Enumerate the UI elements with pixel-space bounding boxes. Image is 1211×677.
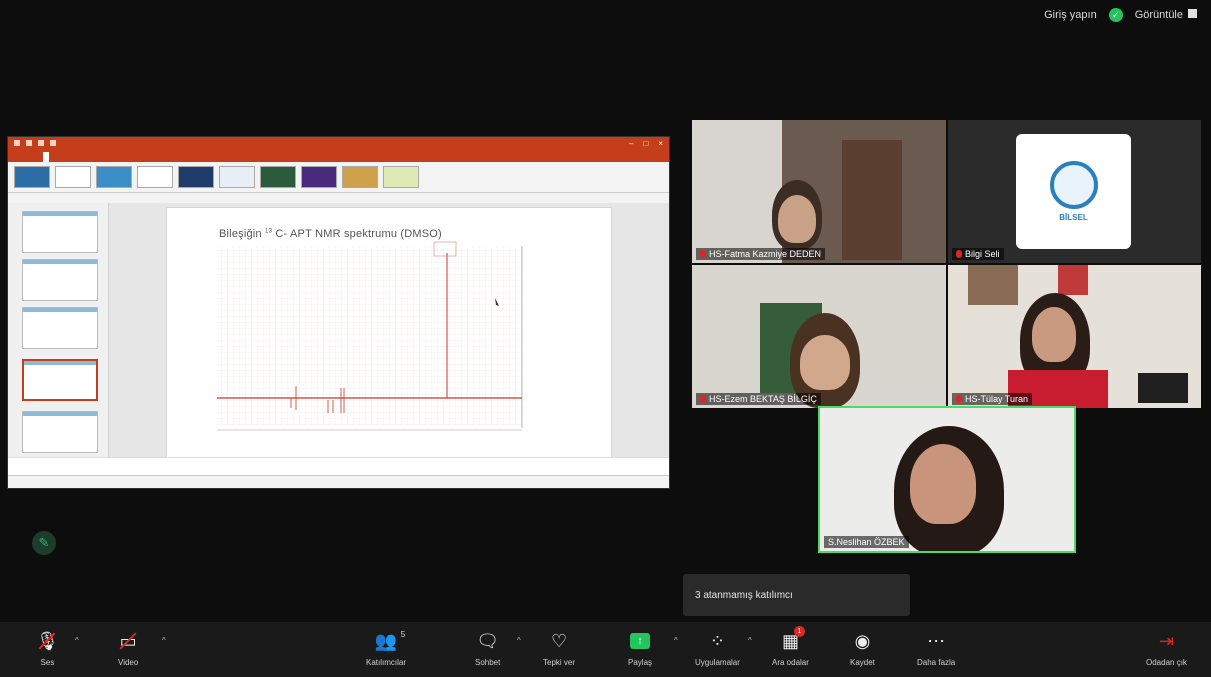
grid-view-icon [1188,9,1197,18]
record-icon: ◉ [854,630,871,651]
video-tile-active-speaker[interactable]: S.Neslihan ÖZBEK [818,406,1076,553]
video-off-icon: ▭ [120,628,137,654]
shield-icon[interactable]: ✓ [1108,8,1123,22]
muted-mic-icon [700,250,706,258]
design-themes-ribbon [8,162,669,193]
breakout-rooms-icon: ▦ 1 [782,626,805,654]
theme-thumb [14,166,50,188]
view-label: Görüntüle [1134,9,1183,21]
breakout-badge: 1 [793,626,805,637]
meeting-toolbar: 🎙 Ses ^ ▭ Video ^ 👥5 Katılımcılar 🗨 Sohb… [0,622,1211,677]
breakout-label: Ara odalar [772,658,809,667]
muted-mic-icon [700,395,706,403]
record-label: Kaydet [850,658,875,667]
participants-icon: 👥 5 [374,630,406,651]
participant-name: HS-Tülay Turan [952,393,1033,405]
slide-thumbnail[interactable] [22,211,98,253]
apps-options-chevron-icon[interactable]: ^ [748,636,752,645]
video-tile[interactable]: BİLSEL Bilgi Seli [948,120,1201,263]
chat-options-chevron-icon[interactable]: ^ [517,636,521,645]
leave-label: Odadan çık [1146,658,1187,667]
participants-count: 5 [400,630,406,639]
audio-options-chevron-icon[interactable]: ^ [75,636,79,645]
slide-thumbnail[interactable] [22,259,98,301]
ribbon-tabs [8,152,669,162]
theme-thumb [260,166,296,188]
video-tile[interactable]: HS-Fatma Kazmiye DEDEN [692,120,946,263]
audio-button[interactable]: 🎙 Ses [36,628,59,668]
share-button[interactable]: ↑ Paylaş [628,628,652,667]
theme-thumb [342,166,378,188]
share-label: Paylaş [628,658,653,667]
apps-icon: ⁘ [709,630,725,651]
participant-name: S.Neslihan ÖZBEK [824,536,909,548]
more-label: Daha fazla [917,658,956,667]
heart-icon: ♡ [550,630,568,651]
more-icon: ⋯ [927,630,946,651]
breakout-rooms-button[interactable]: ▦ 1 Ara odalar [772,626,809,667]
react-button[interactable]: ♡ Tepki ver [543,628,576,668]
view-button[interactable]: Görüntüle [1135,9,1197,21]
signin-link[interactable]: Giriş yapın [1044,9,1097,21]
leave-icon: ⇥ [1158,630,1174,651]
notes-bar[interactable] [8,457,669,476]
video-options-chevron-icon[interactable]: ^ [162,636,166,645]
slide-thumbnails [8,203,109,475]
audio-label: Ses [40,658,55,667]
record-button[interactable]: ◉ Kaydet [850,628,875,668]
quick-access-toolbar [14,140,56,146]
window-controls: – □ × [629,139,663,148]
muted-mic-icon [956,250,962,258]
current-slide: Bileşiğin 13 C- APT NMR spektrumu (DMSO) [166,207,612,459]
video-button[interactable]: ▭ Video [118,628,139,668]
theme-thumb [383,166,419,188]
top-bar: Giriş yapın ✓ Görüntüle [1044,8,1197,22]
chat-icon: 🗨 [476,630,500,651]
unassigned-participants-toast[interactable]: 3 atanmamış katılımcı [683,574,910,616]
logo-text: BİLSEL [1059,213,1088,222]
video-tile[interactable]: HS-Tülay Turan [948,265,1201,408]
theme-thumb [96,166,132,188]
muted-microphone-icon: 🎙 [36,628,59,654]
participant-name: HS-Ezem BEKTAŞ BİLGİÇ [696,393,821,405]
apps-button[interactable]: ⁘ Uygulamalar [695,628,740,668]
slide-thumbnail-selected[interactable] [22,359,98,401]
org-logo: BİLSEL [1016,134,1131,249]
theme-thumb [301,166,337,188]
shared-screen[interactable]: – □ × Bileşiğin 13 C- APT NMR spektrumu (D… [8,137,669,488]
slide-thumbnail[interactable] [22,411,98,453]
react-label: Tepki ver [543,658,576,667]
powerpoint-workspace: Bileşiğin 13 C- APT NMR spektrumu (DMSO) [8,203,669,476]
leave-button[interactable]: ⇥ Odadan çık [1146,628,1187,668]
chat-label: Sohbet [475,658,501,667]
participants-button[interactable]: 👥 5 Katılımcılar [366,628,406,667]
muted-mic-icon [956,395,962,403]
powerpoint-status-bar [8,475,669,488]
share-screen-icon: ↑ [630,628,650,654]
video-label: Video [118,658,139,667]
participant-name: HS-Fatma Kazmiye DEDEN [696,248,826,260]
theme-thumb [55,166,91,188]
theme-thumb [137,166,173,188]
raise-hand-icon[interactable]: ✎ [32,531,56,555]
logo-emblem-icon [1049,161,1098,209]
more-button[interactable]: ⋯ Daha fazla [917,628,956,668]
participant-name: Bilgi Seli [952,248,1004,260]
chat-button[interactable]: 🗨 Sohbet [475,628,501,668]
theme-thumb [178,166,214,188]
slide-thumbnail[interactable] [22,307,98,349]
participants-label: Katılımcılar [366,658,407,667]
theme-thumb [219,166,255,188]
powerpoint-title-bar: – □ × [8,137,669,152]
video-tile[interactable]: HS-Ezem BEKTAŞ BİLGİÇ [692,265,946,408]
apps-label: Uygulamalar [695,658,740,667]
nmr-spectrum-image [217,241,523,431]
share-options-chevron-icon[interactable]: ^ [674,636,678,645]
